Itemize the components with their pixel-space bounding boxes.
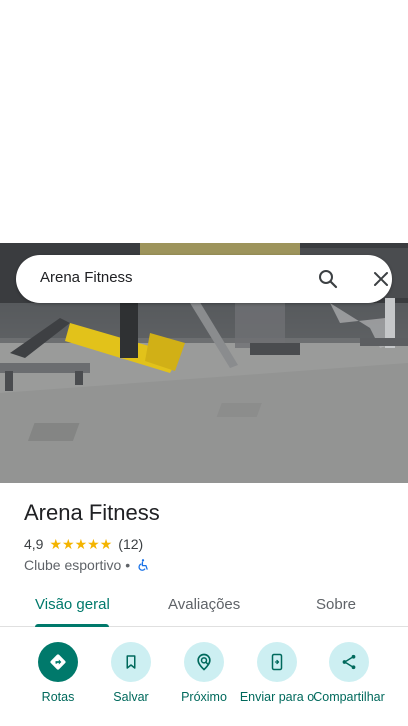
star-rating: ★ ★ ★ ★ ★ [49, 537, 112, 551]
active-tab-indicator [35, 624, 109, 627]
send-to-phone-button[interactable]: Enviar para o [237, 642, 317, 705]
category-row: Clube esportivo • [24, 557, 150, 573]
share-label: Compartilhar [313, 690, 385, 704]
star-icon: ★ [87, 536, 100, 552]
place-category: Clube esportivo [24, 557, 122, 573]
save-label: Salvar [113, 690, 149, 704]
tab-reviews[interactable]: Avaliações [168, 596, 240, 613]
search-bar[interactable]: Arena Fitness [16, 255, 392, 303]
star-icon: ★ [74, 536, 88, 552]
rating-value: 4,9 [24, 536, 44, 552]
star-icon: ★ [49, 536, 63, 552]
search-icon[interactable] [316, 267, 340, 291]
star-icon: ★ [62, 536, 75, 552]
wheelchair-accessible-icon [136, 558, 150, 572]
bookmark-icon [111, 642, 151, 682]
nearby-icon [184, 642, 224, 682]
review-count[interactable]: (12) [118, 536, 143, 552]
map-area[interactable] [0, 0, 408, 243]
tab-about[interactable]: Sobre [316, 596, 356, 613]
action-buttons: Rotas Salvar Próximo Enviar para o Compa… [0, 642, 408, 726]
close-icon[interactable] [369, 267, 393, 291]
send-to-phone-icon [257, 642, 297, 682]
directions-label: Rotas [41, 690, 75, 704]
send-to-phone-label: Enviar para o [239, 690, 315, 704]
directions-icon [38, 642, 78, 682]
tab-overview[interactable]: Visão geral [35, 596, 110, 613]
save-button[interactable]: Salvar [91, 642, 171, 705]
tab-bar: Visão geral Avaliações Sobre [0, 585, 408, 627]
place-title: Arena Fitness [24, 500, 160, 525]
share-button[interactable]: Compartilhar [309, 642, 389, 705]
nearby-label: Próximo [181, 690, 227, 704]
share-icon [329, 642, 369, 682]
rating-row[interactable]: 4,9 ★ ★ ★ ★ ★ (12) [24, 536, 143, 552]
star-icon: ★ [99, 536, 113, 552]
search-input[interactable]: Arena Fitness [40, 269, 133, 286]
nearby-button[interactable]: Próximo [164, 642, 244, 705]
directions-button[interactable]: Rotas [18, 642, 98, 705]
separator: • [125, 557, 131, 573]
